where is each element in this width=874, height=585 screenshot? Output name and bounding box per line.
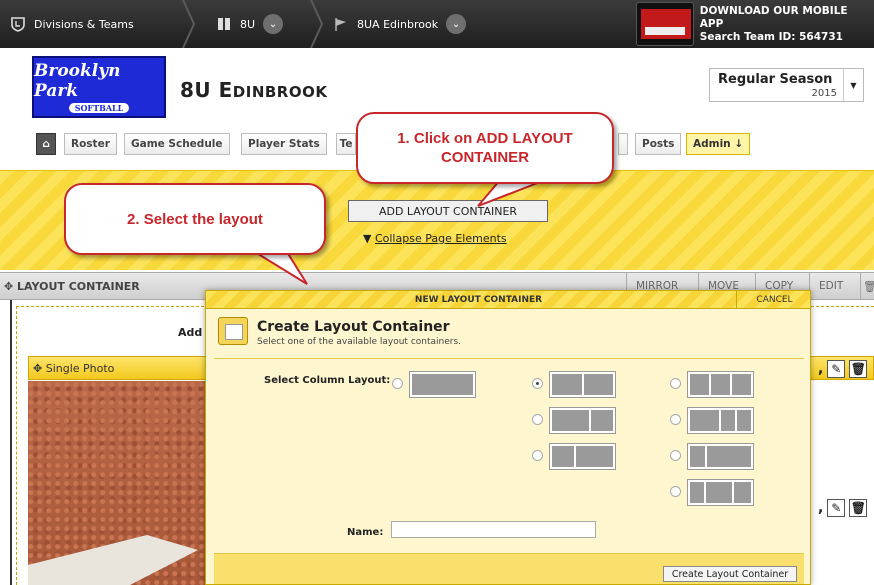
breadcrumb-8u[interactable]: 8U ⌄ (216, 0, 284, 48)
breadcrumb-label: 8UA Edinbrook (357, 17, 439, 31)
trash-icon[interactable]: 🗑 (849, 499, 868, 517)
nav-admin[interactable]: Admin ↓ (686, 133, 751, 155)
column-layout-label: Select Column Layout: (264, 375, 391, 386)
create-layout-container-button[interactable]: Create Layout Container (663, 566, 797, 582)
chevron-down-icon[interactable]: ⌄ (263, 14, 284, 34)
nav-posts[interactable]: Posts (635, 133, 682, 155)
team-header: Brooklyn Park SOFTBALL 8U EDINBROOK Regu… (0, 48, 874, 122)
page-title: 8U EDINBROOK (180, 78, 328, 102)
season-year: 2015 (811, 88, 837, 99)
promo-team-id: Search Team ID: 564731 (699, 30, 843, 43)
add-element-label[interactable]: Add (178, 326, 202, 339)
logo-text: Brooklyn Park (34, 61, 121, 101)
modal-subheading: Select one of the available layout conta… (257, 337, 462, 347)
element-actions: , ✎ 🗑 (818, 497, 874, 519)
edit-icon[interactable]: ✎ (827, 499, 846, 517)
modal-title: NEW LAYOUT CONTAINER (414, 295, 543, 305)
layout-option-three-equal[interactable] (687, 371, 754, 398)
layout-option-two-wide-left[interactable] (549, 407, 616, 434)
layout-option-one-column[interactable] (409, 371, 476, 398)
breadcrumb-label: 8U (240, 17, 256, 31)
add-layout-container-button[interactable]: ADD LAYOUT CONTAINER (348, 200, 548, 222)
layout-radio-three-equal[interactable] (670, 378, 681, 389)
comma-glyph: , (818, 500, 824, 516)
layout-radio-three-wide-middle[interactable] (670, 486, 681, 497)
comma-glyph: , (818, 361, 824, 377)
layout-option-two-wide-right[interactable] (549, 443, 616, 470)
dropdown-arrow-icon[interactable]: ▼ (843, 69, 863, 101)
trash-icon[interactable]: 🗑 (860, 273, 874, 299)
layout-radio-three-wide-left[interactable] (670, 414, 681, 425)
phone-icon (636, 2, 694, 46)
name-label: Name: (347, 527, 384, 538)
shield-icon (11, 17, 25, 32)
season-select[interactable]: Regular Season 2015 ▼ (709, 68, 864, 102)
team-logo[interactable]: Brooklyn Park SOFTBALL (32, 56, 166, 118)
season-label: Regular Season (718, 72, 833, 87)
breadcrumb-separator (182, 0, 196, 48)
modal-header: NEW LAYOUT CONTAINER CANCEL (206, 291, 810, 309)
nav-hidden-item[interactable] (618, 133, 628, 155)
breadcrumb-label: Divisions & Teams (34, 17, 134, 31)
layout-option-two-equal[interactable] (549, 371, 616, 398)
layout-option-three-wide-right[interactable] (687, 443, 754, 470)
layout-radio-three-wide-right[interactable] (670, 450, 681, 461)
nav-roster[interactable]: Roster (64, 133, 117, 155)
layout-radio-two-wide-right[interactable] (532, 450, 543, 461)
element-actions: , ✎ 🗑 (818, 358, 874, 380)
layout-radio-two-wide-left[interactable] (532, 414, 543, 425)
home-icon[interactable]: ⌂ (36, 133, 56, 155)
promo-title: DOWNLOAD OUR MOBILE APP (699, 4, 848, 30)
cancel-button[interactable]: CANCEL (736, 291, 810, 308)
name-input[interactable] (391, 521, 596, 538)
trash-icon[interactable]: 🗑 (849, 360, 868, 378)
layout-container-title[interactable]: ✥ LAYOUT CONTAINER (4, 280, 140, 293)
logo-subtext: SOFTBALL (68, 103, 130, 113)
layout-radio-one-column[interactable] (392, 378, 403, 389)
nav-player-stats[interactable]: Player Stats (241, 133, 327, 155)
collapse-page-elements-link[interactable]: ▼ Collapse Page Elements (363, 232, 507, 245)
nav-team-partial[interactable]: Te (336, 133, 356, 155)
top-navigation-bar: Divisions & Teams 8U ⌄ 8UA Edinbrook ⌄ D… (0, 0, 874, 48)
modal-heading: Create Layout Container (257, 319, 450, 335)
breadcrumb-team[interactable]: 8UA Edinbrook ⌄ (333, 0, 467, 48)
layout-option-three-wide-middle[interactable] (687, 479, 754, 506)
callout-step-2: 2. Select the layout (64, 183, 326, 255)
chevron-down-icon[interactable]: ⌄ (446, 14, 467, 34)
breadcrumb-separator (310, 0, 324, 48)
book-icon (218, 18, 230, 30)
edit-button[interactable]: EDIT (809, 273, 852, 299)
layout-option-three-wide-left[interactable] (687, 407, 754, 434)
edit-icon[interactable]: ✎ (827, 360, 846, 378)
mobile-app-promo[interactable]: DOWNLOAD OUR MOBILE APP Search Team ID: … (628, 0, 874, 48)
breadcrumb-divisions-teams[interactable]: Divisions & Teams (10, 0, 134, 48)
callout-step-1: 1. Click on ADD LAYOUT CONTAINER (356, 112, 614, 184)
baseball-field-photo (28, 381, 218, 585)
divider (214, 358, 804, 359)
layout-icon (218, 317, 248, 345)
nav-game-schedule[interactable]: Game Schedule (124, 133, 230, 155)
layout-radio-two-equal[interactable] (532, 378, 543, 389)
pennant-icon (335, 18, 346, 31)
new-layout-container-modal: NEW LAYOUT CONTAINER CANCEL Create Layou… (205, 290, 811, 585)
